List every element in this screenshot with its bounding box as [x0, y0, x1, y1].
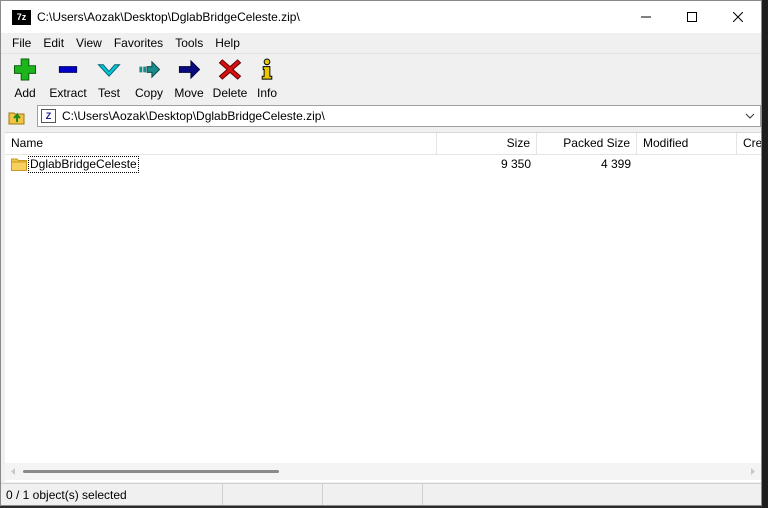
file-list[interactable]: Name Size Packed Size Modified Cre Dglab… [5, 132, 761, 482]
menu-edit[interactable]: Edit [38, 33, 71, 53]
info-icon [261, 58, 273, 80]
plus-icon [13, 58, 37, 81]
menu-view[interactable]: View [71, 33, 109, 53]
column-header-created[interactable]: Cre [737, 133, 761, 154]
menu-file[interactable]: File [7, 33, 38, 53]
delete-x-icon [218, 59, 242, 80]
up-folder-button[interactable] [6, 106, 28, 128]
close-button[interactable] [715, 1, 761, 33]
column-header-name[interactable]: Name [5, 133, 437, 154]
status-selection: 0 / 1 object(s) selected [1, 484, 223, 505]
path-combobox[interactable]: Z C:\Users\Aozak\Desktop\DglabBridgeCele… [37, 105, 761, 127]
desktop-background [762, 0, 768, 508]
checkmark-icon [97, 64, 121, 77]
minimize-icon [641, 16, 651, 18]
up-folder-icon [8, 112, 25, 125]
add-label: Add [14, 86, 36, 100]
scroll-left-arrow-icon[interactable] [9, 467, 17, 476]
app-window: 7z C:\Users\Aozak\Desktop\DglabBridgeCel… [0, 0, 762, 506]
move-arrow-icon [178, 59, 201, 80]
path-text: C:\Users\Aozak\Desktop\DglabBridgeCelest… [62, 109, 325, 123]
table-row[interactable]: DglabBridgeCeleste 9 350 4 399 [5, 155, 761, 174]
file-name-cell[interactable]: DglabBridgeCeleste [11, 155, 139, 174]
7zip-app-icon: 7z [12, 9, 31, 25]
delete-label: Delete [212, 86, 248, 100]
info-label: Info [256, 86, 277, 100]
menu-favorites[interactable]: Favorites [109, 33, 170, 53]
test-button[interactable]: Test [96, 54, 122, 100]
menu-bar: File Edit View Favorites Tools Help [1, 33, 761, 53]
toolbar: Add Extract Test Copy Move Delete Info [1, 53, 761, 104]
column-header-size[interactable]: Size [437, 133, 537, 154]
status-packed [323, 484, 423, 505]
horizontal-scrollbar[interactable] [5, 463, 761, 480]
minimize-button[interactable] [623, 1, 669, 33]
copy-button[interactable]: Copy [133, 54, 165, 100]
copy-label: Copy [134, 86, 163, 100]
folder-icon [11, 158, 27, 171]
extract-label: Extract [49, 86, 87, 100]
address-bar: Z C:\Users\Aozak\Desktop\DglabBridgeCele… [1, 104, 761, 130]
menu-tools[interactable]: Tools [170, 33, 210, 53]
scrollbar-thumb[interactable] [23, 470, 279, 473]
move-label: Move [174, 86, 204, 100]
test-label: Test [97, 86, 120, 100]
scroll-right-arrow-icon[interactable] [749, 467, 757, 476]
file-name: DglabBridgeCeleste [28, 156, 139, 173]
chevron-down-icon[interactable] [744, 110, 756, 122]
list-header: Name Size Packed Size Modified Cre [5, 133, 761, 155]
zip-archive-icon: Z [41, 109, 56, 123]
title-bar[interactable]: 7z C:\Users\Aozak\Desktop\DglabBridgeCel… [1, 1, 761, 33]
maximize-icon [687, 12, 697, 22]
close-icon [733, 12, 743, 22]
delete-button[interactable]: Delete [213, 54, 247, 100]
add-button[interactable]: Add [12, 54, 38, 100]
window-controls [623, 1, 761, 33]
minus-icon [58, 66, 78, 73]
file-size: 9 350 [500, 157, 531, 171]
move-button[interactable]: Move [173, 54, 205, 100]
status-bar: 0 / 1 object(s) selected [1, 483, 761, 505]
extract-button[interactable]: Extract [49, 54, 87, 100]
column-header-modified[interactable]: Modified [637, 133, 737, 154]
status-size [223, 484, 323, 505]
maximize-button[interactable] [669, 1, 715, 33]
window-title: C:\Users\Aozak\Desktop\DglabBridgeCelest… [37, 10, 300, 24]
copy-arrow-icon [139, 60, 161, 79]
column-header-packed-size[interactable]: Packed Size [537, 133, 637, 154]
info-button[interactable]: Info [255, 54, 279, 100]
menu-help[interactable]: Help [210, 33, 247, 53]
file-packed-size: 4 399 [600, 157, 631, 171]
